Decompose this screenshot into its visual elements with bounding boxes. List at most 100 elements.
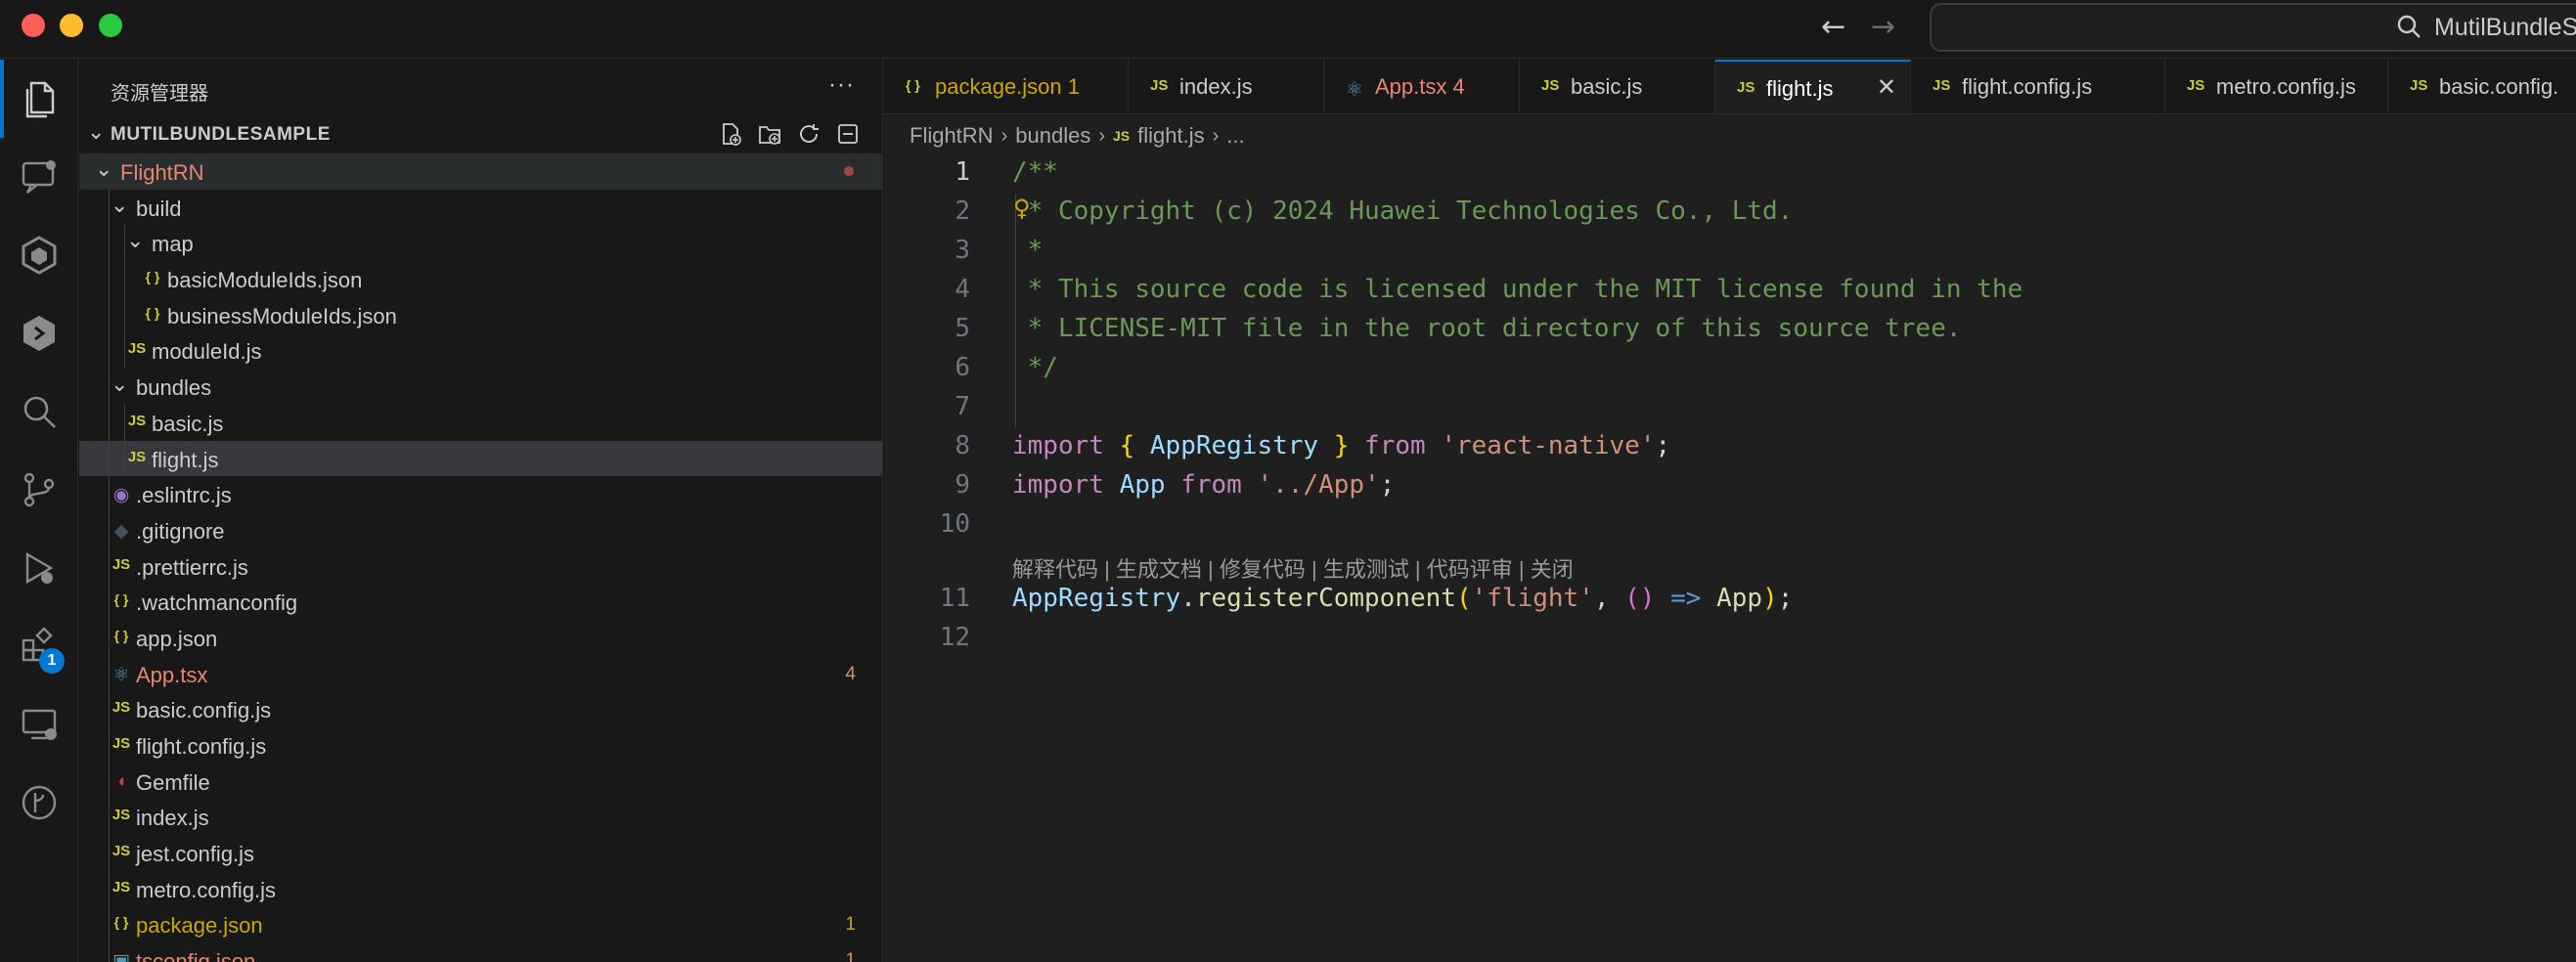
breadcrumb-item[interactable]: ... [1226,123,1244,149]
more-actions-icon[interactable]: ··· [828,71,855,99]
tab-label: basic.config. [2439,74,2559,99]
tree-file[interactable]: ◉ .eslintrc.js [79,476,882,512]
forward-arrow-icon[interactable]: → [1871,10,1895,44]
search-icon [2396,14,2421,46]
code-token: 'react-native' [1441,431,1656,460]
tree-file[interactable]: ◆ .gitignore [79,511,882,548]
code-text: * LICENSE-MIT file in the root directory… [1012,314,1962,343]
back-arrow-icon[interactable]: ← [1821,10,1845,44]
code-token: ; [1655,431,1671,460]
code-token: * Copyright (c) 2024 Huawei Technologies… [1012,197,1794,226]
git-graph-icon[interactable] [0,764,78,842]
code-token: from [1364,431,1426,460]
tree-file[interactable]: JS jest.config.js [79,835,882,871]
tree-file[interactable]: JS metro.config.js [79,870,882,907]
tree-file[interactable]: JS flight.js [79,440,882,477]
editor-tab[interactable]: JS index.js [1129,60,1324,113]
ai-codelens-actions[interactable]: 解释代码 | 生成文档 | 修复代码 | 生成测试 | 代码评审 | 关闭 [884,546,2576,584]
run-debug-icon[interactable] [0,529,78,607]
search-icon[interactable] [0,372,78,451]
breadcrumb-item[interactable]: flight.js [1137,123,1204,149]
close-window-button[interactable] [22,14,45,37]
maximize-window-button[interactable] [99,14,122,37]
tree-file[interactable]: ▣ tsconfig.json 1 [79,942,882,962]
explorer-icon[interactable] [0,60,78,138]
refresh-icon[interactable] [795,120,822,148]
tab-label: flight.js [1766,76,1834,101]
tree-file[interactable]: { } businessModuleIds.json [79,296,882,333]
tab-label: index.js [1179,74,1253,99]
close-tab-icon[interactable]: ✕ [1877,73,1896,102]
breadcrumb-item[interactable]: FlightRN [910,123,994,149]
tree-file[interactable]: JS basic.config.js [79,691,882,727]
gem-file-icon: ◖ [115,770,127,792]
tree-file[interactable]: { } app.json [79,619,882,656]
chat-icon[interactable] [0,138,78,216]
tree-file[interactable]: { } package.json 1 [79,906,882,943]
editor-tab[interactable]: JS basic.config. [2388,60,2576,113]
tree-file[interactable]: JS .prettierrc.js [79,547,882,585]
tree-folder[interactable]: ⌄ map [79,225,882,262]
minimize-window-button[interactable] [60,14,83,37]
tree-item-label: Gemfile [136,769,210,795]
new-folder-icon[interactable] [756,120,783,148]
tree-file[interactable]: ◖ Gemfile [79,763,882,800]
collapse-all-icon[interactable] [834,120,862,148]
tree-file[interactable]: { } .watchmanconfig [79,584,882,620]
extensions-icon[interactable]: 1 [0,607,78,685]
workspace-section-header[interactable]: ⌄ MUTILBUNDLESAMPLE [79,117,882,153]
code-text: import App from '../App'; [1012,470,1395,500]
tree-file[interactable]: ⚛ App.tsx 4 [79,655,882,692]
code-text: * [1012,236,1044,265]
tree-file[interactable]: { } basicModuleIds.json [79,261,882,297]
editor-tab[interactable]: { } package.json 1 [884,60,1129,113]
code-line: 4 * This source code is licensed under t… [884,272,2576,311]
editor-tab[interactable]: JS metro.config.js [2165,60,2388,113]
tree-folder[interactable]: ⌄ FlightRN [79,153,882,190]
tree-item-label: tsconfig.json [136,949,256,962]
code-line: 9 import App from '../App'; [884,467,2576,506]
code-editor[interactable]: 1 /** 2 * Copyright (c) 2024 Huawei Techno… [884,154,2576,659]
command-center-search[interactable]: MutilBundleS [1930,3,2576,52]
remote-explorer-icon[interactable] [0,685,78,764]
editor-tab[interactable]: JS flight.config.js [1911,60,2165,113]
code-token: from [1180,470,1242,500]
line-number: 5 [955,314,970,343]
tree-file[interactable]: JS flight.config.js [79,727,882,764]
code-line: 12 [884,620,2576,659]
line-number: 4 [955,275,970,304]
tree-file[interactable]: JS index.js [79,799,882,836]
codelens-label[interactable]: 解释代码 | 生成文档 | 修复代码 | 生成测试 | 代码评审 | 关闭 [1012,552,1574,584]
tab-label: flight.config.js [1962,74,2093,99]
editor-tab[interactable]: ⚛ App.tsx 4 [1324,60,1520,113]
js-file-icon: JS [1150,77,1169,94]
editor-tab[interactable]: JS basic.js [1520,60,1715,113]
code-text: AppRegistry.registerComponent('flight', … [1012,584,1793,613]
chevron-down-icon: ⌄ [87,119,106,144]
tree-folder[interactable]: ⌄ build [79,189,882,226]
tree-item-label: flight.js [152,447,219,472]
code-line: 6 */ [884,350,2576,389]
lightbulb-icon[interactable]: ♀ [1013,195,1031,222]
tree-file[interactable]: JS basic.js [79,404,882,441]
code-token: ( [1455,584,1472,613]
deveco-icon[interactable] [0,294,78,372]
new-file-icon[interactable] [717,120,744,148]
code-token: /** [1012,157,1058,187]
problem-count-badge: 4 [845,663,856,684]
line-number: 3 [955,236,970,265]
source-control-icon[interactable] [0,451,78,529]
cube-icon[interactable] [0,216,78,294]
js-file-icon: JS [2187,77,2205,94]
code-text: import { AppRegistry } from 'react-nativ… [1012,431,1670,460]
tree-folder[interactable]: ⌄ bundles [79,369,882,405]
code-token: App [1103,470,1181,500]
sidebar-title: 资源管理器 [111,83,208,105]
code-line: 5 * LICENSE-MIT file in the root directo… [884,311,2576,350]
tree-file[interactable]: JS moduleId.js [79,332,882,370]
breadcrumb-item[interactable]: bundles [1015,123,1090,149]
editor-tab[interactable]: JS flight.js ✕ [1715,60,1911,113]
js-file-icon: JS [111,807,131,824]
